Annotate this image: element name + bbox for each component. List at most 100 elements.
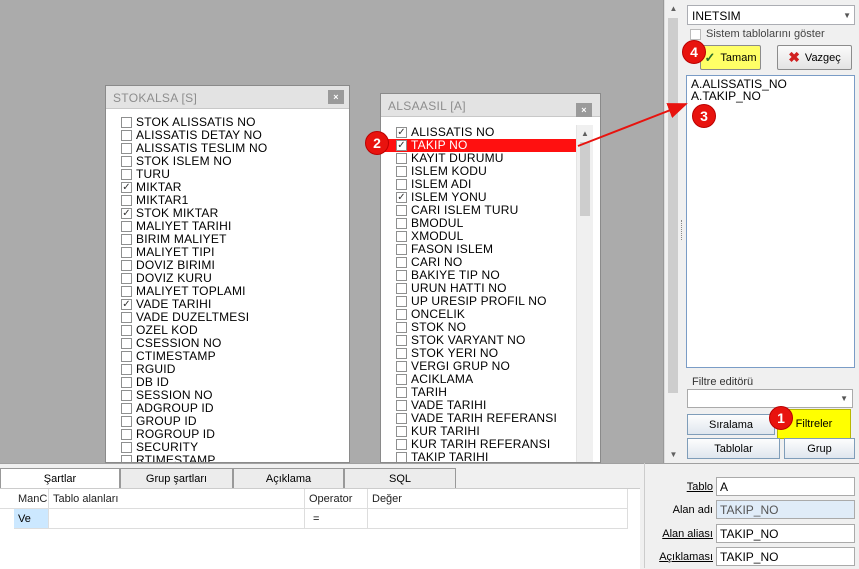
close-icon: ✖ bbox=[788, 49, 800, 65]
field-checkbox[interactable] bbox=[121, 247, 132, 258]
field-checkbox[interactable] bbox=[121, 403, 132, 414]
field-checkbox[interactable] bbox=[121, 195, 132, 206]
field-checkbox[interactable] bbox=[396, 413, 407, 424]
table-cell[interactable]: = bbox=[305, 509, 368, 529]
conditions-grid[interactable]: ManC Tablo alanları Operator Değer Ve = bbox=[0, 488, 640, 569]
alan-aliasi-field[interactable]: TAKIP_NO bbox=[716, 524, 855, 543]
table-title: STOKALSA [S] × bbox=[106, 86, 349, 109]
aciklamasi-field[interactable]: TAKIP_NO bbox=[716, 547, 855, 566]
close-icon[interactable]: × bbox=[328, 90, 344, 104]
field-checkbox[interactable] bbox=[396, 244, 407, 255]
field-item[interactable]: RTIMESTAMP bbox=[106, 454, 349, 462]
field-checkbox[interactable] bbox=[396, 218, 407, 229]
field-checkbox[interactable] bbox=[396, 361, 407, 372]
field-label: MALIYET TIPI bbox=[136, 245, 215, 259]
table-cell[interactable]: Ve bbox=[14, 509, 49, 529]
group-button[interactable]: Grup bbox=[784, 438, 855, 459]
field-checkbox[interactable] bbox=[396, 283, 407, 294]
field-checkbox[interactable] bbox=[121, 377, 132, 388]
field-checkbox[interactable]: ✓ bbox=[121, 182, 132, 193]
table-cell[interactable] bbox=[49, 509, 305, 529]
scroll-thumb[interactable] bbox=[580, 142, 590, 216]
checkbox-box[interactable] bbox=[690, 28, 701, 40]
field-checkbox[interactable] bbox=[121, 390, 132, 401]
column-header[interactable]: Değer bbox=[368, 489, 628, 509]
field-checkbox[interactable] bbox=[121, 416, 132, 427]
field-checkbox[interactable] bbox=[396, 166, 407, 177]
tab-grup-sartlari[interactable]: Grup şartları bbox=[120, 468, 233, 488]
field-checkbox[interactable] bbox=[396, 400, 407, 411]
field-checkbox[interactable] bbox=[396, 322, 407, 333]
field-item[interactable]: TAKIP TARIHI bbox=[381, 451, 576, 462]
tablo-field[interactable]: A bbox=[716, 477, 855, 496]
field-list[interactable]: ✓ ALISSATIS NO ✓ TAKIP NO KAYIT DURUMU ISLEM … bbox=[381, 126, 576, 462]
canvas-scrollbar[interactable]: ▲ ▼ bbox=[664, 0, 681, 463]
cancel-button[interactable]: ✖ Vazgeç bbox=[777, 45, 852, 70]
field-checkbox[interactable] bbox=[121, 156, 132, 167]
field-checkbox[interactable] bbox=[396, 153, 407, 164]
table-cell[interactable] bbox=[368, 509, 628, 529]
sort-button[interactable]: Sıralama bbox=[687, 414, 775, 435]
field-checkbox[interactable]: ✓ bbox=[396, 192, 407, 203]
database-select[interactable]: INETSIM ▼ bbox=[687, 5, 855, 25]
field-checkbox[interactable] bbox=[396, 374, 407, 385]
field-checkbox[interactable] bbox=[121, 429, 132, 440]
field-checkbox[interactable] bbox=[396, 387, 407, 398]
field-checkbox[interactable]: ✓ bbox=[396, 127, 407, 138]
tab-aciklama[interactable]: Açıklama bbox=[233, 468, 344, 488]
close-icon[interactable]: × bbox=[576, 103, 592, 117]
field-checkbox[interactable]: ✓ bbox=[396, 140, 407, 151]
tables-button[interactable]: Tablolar bbox=[687, 438, 780, 459]
field-checkbox[interactable] bbox=[396, 296, 407, 307]
field-checkbox[interactable] bbox=[121, 117, 132, 128]
field-checkbox[interactable] bbox=[121, 286, 132, 297]
field-checkbox[interactable] bbox=[396, 179, 407, 190]
field-checkbox[interactable] bbox=[396, 309, 407, 320]
scroll-up-icon[interactable]: ▲ bbox=[577, 125, 593, 141]
filter-editor-select[interactable]: ▼ bbox=[687, 389, 853, 408]
field-checkbox[interactable] bbox=[121, 234, 132, 245]
field-checkbox[interactable]: ✓ bbox=[121, 208, 132, 219]
column-header[interactable]: ManC bbox=[0, 489, 49, 509]
field-label: ADGROUP ID bbox=[136, 401, 214, 415]
field-checkbox[interactable] bbox=[121, 169, 132, 180]
field-checkbox[interactable] bbox=[396, 257, 407, 268]
field-list-scrollbar[interactable]: ▲ bbox=[576, 125, 593, 462]
tab-sartlar[interactable]: Şartlar bbox=[0, 468, 120, 488]
scroll-down-icon[interactable]: ▼ bbox=[665, 446, 682, 463]
field-checkbox[interactable] bbox=[121, 260, 132, 271]
field-checkbox[interactable] bbox=[121, 273, 132, 284]
field-checkbox[interactable] bbox=[396, 335, 407, 346]
field-list[interactable]: STOK ALISSATIS NO ALISSATIS DETAY NO ALISS… bbox=[106, 116, 349, 462]
field-checkbox[interactable] bbox=[396, 452, 407, 462]
field-checkbox[interactable] bbox=[396, 270, 407, 281]
field-checkbox[interactable] bbox=[396, 231, 407, 242]
field-checkbox[interactable] bbox=[121, 143, 132, 154]
table-window-alsaasil[interactable]: ALSAASIL [A] × ✓ ALISSATIS NO ✓ TAKIP NO KAY… bbox=[380, 93, 601, 463]
field-checkbox[interactable] bbox=[396, 426, 407, 437]
field-checkbox[interactable] bbox=[121, 455, 132, 462]
field-checkbox[interactable] bbox=[121, 221, 132, 232]
show-system-tables-checkbox[interactable]: Sistem tablolarını göster bbox=[690, 28, 825, 40]
field-checkbox[interactable] bbox=[396, 439, 407, 450]
field-checkbox[interactable] bbox=[121, 312, 132, 323]
field-checkbox[interactable] bbox=[121, 351, 132, 362]
ok-button[interactable]: ✓ Tamam bbox=[700, 45, 761, 70]
tab-sql[interactable]: SQL bbox=[344, 468, 456, 488]
scroll-up-icon[interactable]: ▲ bbox=[665, 0, 682, 17]
field-checkbox[interactable] bbox=[396, 348, 407, 359]
field-label: ACIKLAMA bbox=[411, 372, 474, 386]
list-item[interactable]: A.TAKIP_NO bbox=[691, 90, 850, 102]
scroll-thumb[interactable] bbox=[668, 18, 678, 393]
field-checkbox[interactable]: ✓ bbox=[121, 299, 132, 310]
field-checkbox[interactable] bbox=[121, 364, 132, 375]
bottom-splitter[interactable] bbox=[644, 463, 648, 568]
table-window-stokalsa[interactable]: STOKALSA [S] × STOK ALISSATIS NO ALISSATI… bbox=[105, 85, 350, 463]
column-header[interactable]: Operator bbox=[305, 489, 368, 509]
field-checkbox[interactable] bbox=[121, 130, 132, 141]
field-checkbox[interactable] bbox=[121, 338, 132, 349]
field-checkbox[interactable] bbox=[121, 325, 132, 336]
column-header[interactable]: Tablo alanları bbox=[49, 489, 305, 509]
field-checkbox[interactable] bbox=[121, 442, 132, 453]
field-checkbox[interactable] bbox=[396, 205, 407, 216]
